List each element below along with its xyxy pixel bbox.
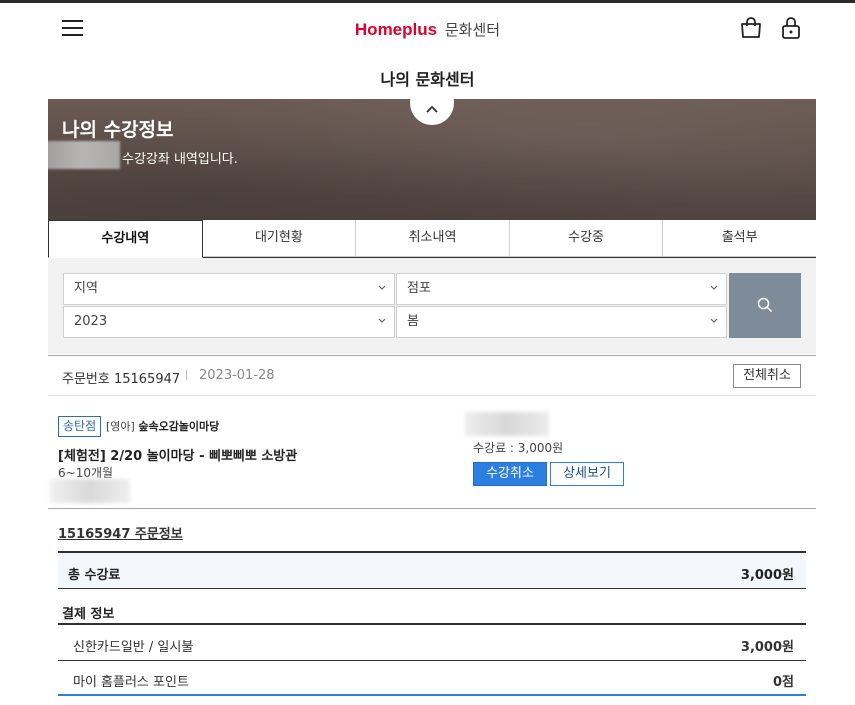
banner-title: 나의 수강정보 <box>62 119 174 141</box>
total-fee-row: 총 수강료 3,000원 <box>58 551 806 589</box>
logo-brand: Homeplus <box>354 20 438 39</box>
payment-info-header: 결제 정보 <box>58 589 806 625</box>
chevron-down-icon <box>378 318 386 323</box>
tab-waiting-status[interactable]: 대기현황 <box>202 220 357 257</box>
course-fee: 수강료 : 3,000원 <box>473 441 564 455</box>
season-select[interactable]: 봄 <box>396 306 727 338</box>
blurred-info <box>465 412 549 436</box>
chevron-down-icon <box>378 285 386 290</box>
branch-badge: 송탄점 <box>58 416 102 437</box>
cancel-enrollment-button[interactable]: 수강취소 <box>473 462 547 486</box>
site-header: Homeplus 문화센터 <box>0 3 855 55</box>
course-category-name: 숲속오감놀이마당 <box>138 420 220 433</box>
total-fee-value: 3,000원 <box>740 568 794 583</box>
payment-info-title: 결제 정보 <box>62 607 115 622</box>
shopping-bag-icon[interactable] <box>739 16 763 40</box>
lock-icon[interactable] <box>779 16 803 40</box>
order-info-link[interactable]: 15165947 주문정보 <box>58 523 183 542</box>
payment-method-value: 3,000원 <box>740 640 794 655</box>
search-button[interactable] <box>729 273 801 338</box>
divider <box>48 508 816 509</box>
cancel-all-button[interactable]: 전체취소 <box>733 364 801 388</box>
year-select[interactable]: 2023 <box>63 306 395 338</box>
order-header: 주문번호 15165947 2023-01-28 전체취소 <box>48 355 816 396</box>
course-category-prefix: [영아] <box>106 420 135 433</box>
blurred-user-name <box>48 141 120 169</box>
chevron-down-icon <box>710 318 718 323</box>
site-logo[interactable]: Homeplus 문화센터 <box>0 19 855 40</box>
payment-row: 신한카드일반 / 일시불 3,000원 <box>58 626 806 661</box>
profile-banner: 나의 수강정보 수강강좌 내역입니다. <box>48 99 816 220</box>
order-date: 2023-01-28 <box>199 368 275 383</box>
page-title: 나의 문화센터 <box>380 70 475 89</box>
region-select[interactable]: 지역 <box>63 273 395 305</box>
view-detail-button[interactable]: 상세보기 <box>550 462 624 486</box>
total-fee-label: 총 수강료 <box>68 568 121 583</box>
course-category: [영아] 숲속오감놀이마당 <box>106 418 219 434</box>
course-title[interactable]: [체험전] 2/20 놀이마당 - 삐뽀삐뽀 소방관 <box>58 445 297 464</box>
tab-cancel-history[interactable]: 취소내역 <box>356 220 510 257</box>
year-select-value: 2023 <box>74 314 108 329</box>
chevron-up-icon <box>426 105 438 113</box>
tab-enrollment-history[interactable]: 수강내역 <box>48 220 203 258</box>
store-select[interactable]: 점포 <box>396 273 727 305</box>
separator <box>186 370 187 380</box>
search-icon <box>757 297 773 313</box>
payment-method-label: 신한카드일반 / 일시불 <box>73 640 194 655</box>
blurred-info <box>50 479 130 503</box>
region-select-value: 지역 <box>74 281 98 296</box>
points-value: 0점 <box>772 675 794 690</box>
chevron-down-icon <box>710 285 718 290</box>
tab-in-progress[interactable]: 수강중 <box>509 220 664 257</box>
store-select-value: 점포 <box>407 281 431 296</box>
points-label: 마이 홈플러스 포인트 <box>73 675 189 690</box>
order-number: 주문번호 15165947 <box>62 372 181 387</box>
filter-panel: 지역 점포 2023 봄 <box>48 258 816 354</box>
banner-subtitle: 수강강좌 내역입니다. <box>122 152 238 167</box>
season-select-value: 봄 <box>407 314 419 329</box>
logo-sub: 문화센터 <box>444 21 501 39</box>
history-tabs: 수강내역 대기현황 취소내역 수강중 출석부 <box>48 220 816 258</box>
payment-row: 마이 홈플러스 포인트 0점 <box>58 661 806 696</box>
tab-attendance[interactable]: 출석부 <box>663 220 816 257</box>
